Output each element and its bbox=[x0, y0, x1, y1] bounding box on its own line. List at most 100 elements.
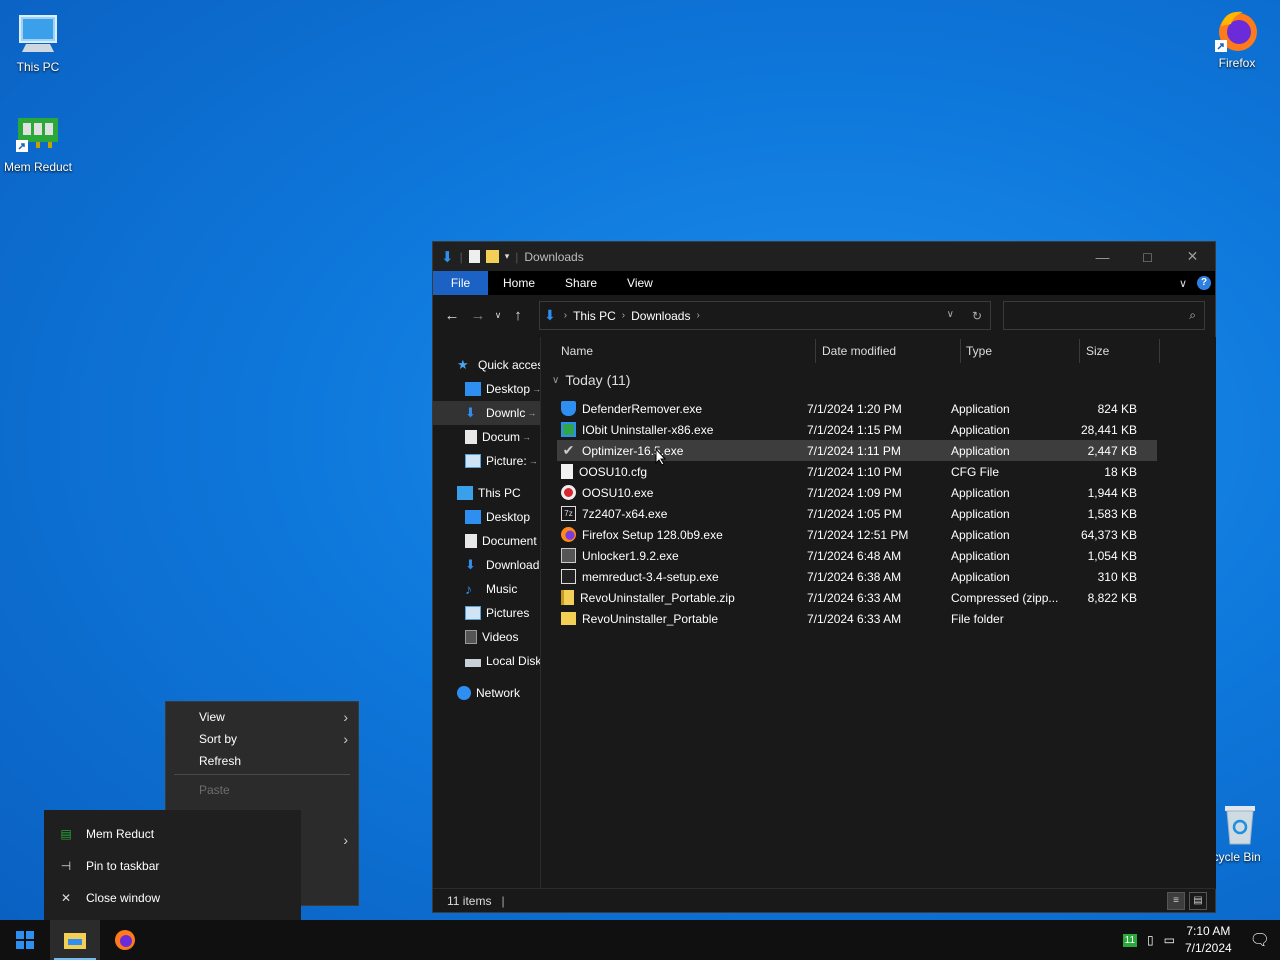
sidebar-item-local-disk[interactable]: Local Disk bbox=[433, 649, 540, 673]
close-icon[interactable]: ✕ bbox=[1170, 242, 1215, 271]
sidebar-item-videos[interactable]: Videos bbox=[433, 625, 540, 649]
start-button[interactable] bbox=[0, 920, 50, 960]
desktop-icon bbox=[465, 382, 481, 396]
desktop-icon-label: Mem Reduct bbox=[3, 160, 73, 174]
desktop-icon-label: This PC bbox=[16, 60, 60, 74]
file-row[interactable]: Firefox Setup 128.0b9.exe 7/1/2024 12:51… bbox=[557, 524, 1157, 545]
monitor-icon bbox=[457, 486, 473, 500]
properties-icon[interactable] bbox=[468, 250, 480, 263]
file-row[interactable]: DefenderRemover.exe 7/1/2024 1:20 PM App… bbox=[557, 398, 1157, 419]
file-row[interactable]: Unlocker1.9.2.exe 7/1/2024 6:48 AM Appli… bbox=[557, 545, 1157, 566]
sidebar-item-quick-access[interactable]: ★ Quick acces bbox=[433, 353, 540, 377]
sidebar-item-music[interactable]: ♪ Music bbox=[433, 577, 540, 601]
desktop-icon-recycle-bin[interactable]: ecycle Bin bbox=[1206, 800, 1280, 864]
file-explorer-window[interactable]: ⬇ | ▾ | Downloads — □ ✕ File Home Share … bbox=[432, 241, 1216, 913]
7zip-icon: 7z bbox=[561, 506, 576, 521]
sidebar-item-documents[interactable]: Document bbox=[433, 529, 540, 553]
details-view-icon[interactable]: ≡ bbox=[1167, 891, 1185, 910]
music-note-icon: ♪ bbox=[465, 581, 472, 597]
up-arrow-icon[interactable]: ↑ bbox=[505, 307, 531, 324]
maximize-icon[interactable]: □ bbox=[1125, 242, 1170, 271]
oosu-icon bbox=[561, 485, 576, 500]
jump-item-mem-reduct[interactable]: ▤ Mem Reduct bbox=[44, 818, 301, 850]
clock-date: 7/1/2024 bbox=[1184, 941, 1232, 955]
expand-ribbon-icon[interactable]: ∨ bbox=[1179, 277, 1187, 290]
menu-item-sort-by[interactable]: Sort by › bbox=[166, 728, 358, 750]
tab-home[interactable]: Home bbox=[488, 271, 550, 295]
menu-item-view[interactable]: View › bbox=[166, 706, 358, 728]
file-row[interactable]: RevoUninstaller_Portable.zip 7/1/2024 6:… bbox=[557, 587, 1157, 608]
item-count: 11 items bbox=[447, 893, 492, 908]
back-arrow-icon[interactable]: ← bbox=[439, 307, 465, 324]
file-row[interactable]: 7z 7z2407-x64.exe 7/1/2024 1:05 PM Appli… bbox=[557, 503, 1157, 524]
shield-icon bbox=[561, 401, 576, 416]
column-header-type[interactable]: Type bbox=[966, 344, 992, 358]
memory-chip-icon bbox=[14, 110, 62, 158]
breadcrumb-downloads[interactable]: Downloads bbox=[631, 309, 690, 323]
ribbon-tabs: File Home Share View ∨ ? bbox=[433, 271, 1215, 295]
close-icon: ✕ bbox=[60, 891, 72, 905]
network-icon[interactable]: ▭ bbox=[1164, 933, 1175, 947]
recent-locations-icon[interactable]: ∨ bbox=[491, 310, 505, 321]
address-bar[interactable]: ⬇ › This PC › Downloads › ∨ ↻ bbox=[539, 301, 991, 330]
desktop-icon-this-pc[interactable]: This PC bbox=[0, 10, 76, 74]
file-row-selected[interactable]: ✔ Optimizer-16.5.exe 7/1/2024 1:11 PM Ap… bbox=[557, 440, 1157, 461]
usb-icon[interactable]: ▯ bbox=[1147, 933, 1154, 947]
sidebar-item-downloads-pinned[interactable]: ⬇ Downlc → bbox=[433, 401, 540, 425]
mouse-cursor-icon bbox=[655, 448, 667, 466]
search-icon: ⌕ bbox=[1189, 308, 1196, 322]
tab-file[interactable]: File bbox=[433, 271, 488, 295]
menu-item-refresh[interactable]: Refresh bbox=[166, 750, 358, 772]
large-icons-view-icon[interactable]: ▤ bbox=[1189, 891, 1207, 910]
desktop-icon-mem-reduct[interactable]: Mem Reduct bbox=[0, 110, 76, 174]
address-dropdown-icon[interactable]: ∨ bbox=[947, 309, 954, 323]
minimize-icon[interactable]: — bbox=[1080, 242, 1125, 271]
check-icon: ✔ bbox=[562, 442, 575, 458]
column-header-name[interactable]: Name bbox=[561, 344, 593, 358]
file-row[interactable]: RevoUninstaller_Portable 7/1/2024 6:33 A… bbox=[557, 608, 1157, 629]
taskbar-firefox[interactable] bbox=[100, 920, 150, 960]
status-bar: 11 items | ≡ ▤ bbox=[433, 888, 1215, 912]
sidebar-item-this-pc[interactable]: This PC bbox=[433, 481, 540, 505]
document-icon bbox=[465, 430, 477, 444]
search-input[interactable]: ⌕ bbox=[1003, 301, 1205, 330]
column-header-size[interactable]: Size bbox=[1086, 344, 1109, 358]
mem-reduct-tray-icon[interactable]: 11 bbox=[1122, 933, 1138, 947]
sidebar-item-desktop[interactable]: Desktop bbox=[433, 505, 540, 529]
file-row[interactable]: OOSU10.exe 7/1/2024 1:09 PM Application … bbox=[557, 482, 1157, 503]
sidebar-item-downloads[interactable]: ⬇ Download bbox=[433, 553, 540, 577]
help-icon[interactable]: ? bbox=[1197, 276, 1211, 290]
jump-item-close-window[interactable]: ✕ Close window bbox=[44, 882, 301, 914]
forward-arrow-icon[interactable]: → bbox=[465, 307, 491, 324]
sidebar-item-network[interactable]: Network bbox=[433, 681, 540, 705]
tab-share[interactable]: Share bbox=[550, 271, 612, 295]
tab-view[interactable]: View bbox=[612, 271, 668, 295]
notifications-icon[interactable]: 🗨 bbox=[1250, 930, 1270, 950]
firefox-icon bbox=[115, 930, 135, 950]
title-bar[interactable]: ⬇ | ▾ | Downloads — □ ✕ bbox=[433, 242, 1215, 271]
sidebar-item-pictures[interactable]: Pictures bbox=[433, 601, 540, 625]
chevron-right-icon: › bbox=[343, 709, 348, 725]
file-row[interactable]: OOSU10.cfg 7/1/2024 1:10 PM CFG File 18 … bbox=[557, 461, 1157, 482]
iobit-icon bbox=[561, 422, 576, 437]
desktop-icon-firefox[interactable]: Firefox bbox=[1199, 6, 1275, 70]
new-folder-icon[interactable] bbox=[485, 250, 499, 263]
download-arrow-icon: ⬇ bbox=[544, 307, 556, 323]
sidebar-item-pictures-pinned[interactable]: Picture: → bbox=[433, 449, 540, 473]
star-icon: ★ bbox=[457, 357, 469, 372]
jump-item-pin-to-taskbar[interactable]: ⊣ Pin to taskbar bbox=[44, 850, 301, 882]
group-header-today[interactable]: ∨ Today (11) bbox=[552, 372, 630, 388]
sidebar-item-documents-pinned[interactable]: Docum → bbox=[433, 425, 540, 449]
refresh-icon[interactable]: ↻ bbox=[972, 309, 982, 323]
file-row[interactable]: IObit Uninstaller-x86.exe 7/1/2024 1:15 … bbox=[557, 419, 1157, 440]
sidebar-item-desktop-pinned[interactable]: Desktop → bbox=[433, 377, 540, 401]
pin-icon: → bbox=[532, 384, 541, 394]
qat-dropdown-icon[interactable]: ▾ bbox=[505, 251, 510, 262]
desktop-icon-label: Firefox bbox=[1218, 56, 1256, 70]
breadcrumb-this-pc[interactable]: This PC bbox=[573, 309, 616, 323]
file-row[interactable]: memreduct-3.4-setup.exe 7/1/2024 6:38 AM… bbox=[557, 566, 1157, 587]
column-header-date[interactable]: Date modified bbox=[822, 344, 896, 358]
taskbar-file-explorer[interactable] bbox=[50, 920, 100, 960]
clock[interactable]: 7:10 AM 7/1/2024 bbox=[1185, 923, 1232, 957]
pin-icon: → bbox=[527, 408, 537, 418]
